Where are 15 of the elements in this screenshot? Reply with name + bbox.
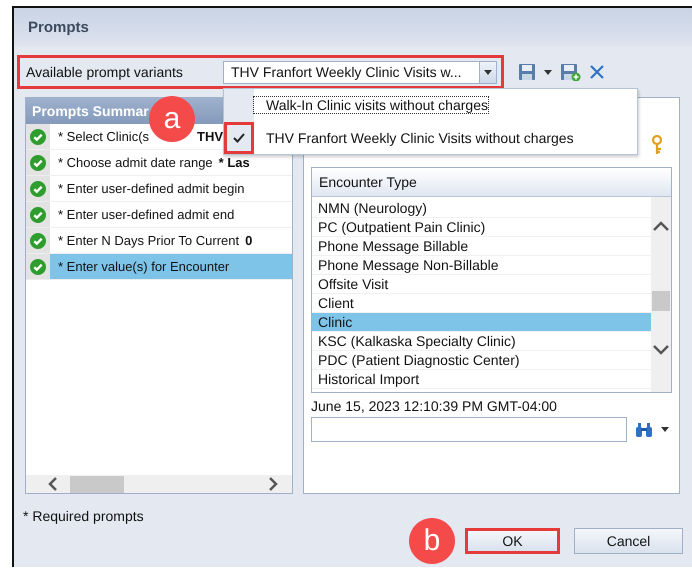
prompt-value: THV bbox=[197, 129, 224, 144]
prompt-label: * Enter N Days Prior To Current bbox=[58, 233, 240, 248]
prompt-value: * Las bbox=[218, 155, 250, 170]
dialog-title: Prompts bbox=[28, 18, 89, 36]
prompt-label: * Enter value(s) for Encounter bbox=[58, 259, 230, 274]
timestamp: June 15, 2023 12:10:39 PM GMT-04:00 bbox=[311, 398, 558, 414]
variant-label: Available prompt variants bbox=[26, 64, 184, 80]
column-header: Encounter Type bbox=[312, 168, 671, 197]
prompt-label: * Enter user-defined admit begin bbox=[58, 181, 244, 196]
prompt-label: * Choose admit date range bbox=[58, 155, 213, 170]
prompt-label: * Select Clinic(s bbox=[58, 129, 150, 144]
callout-badge: b bbox=[409, 518, 455, 564]
prompt-value: 0 bbox=[245, 233, 252, 248]
prompt-label: * Enter user-defined admit end bbox=[58, 207, 234, 222]
required-note: * Required prompts bbox=[23, 508, 144, 524]
